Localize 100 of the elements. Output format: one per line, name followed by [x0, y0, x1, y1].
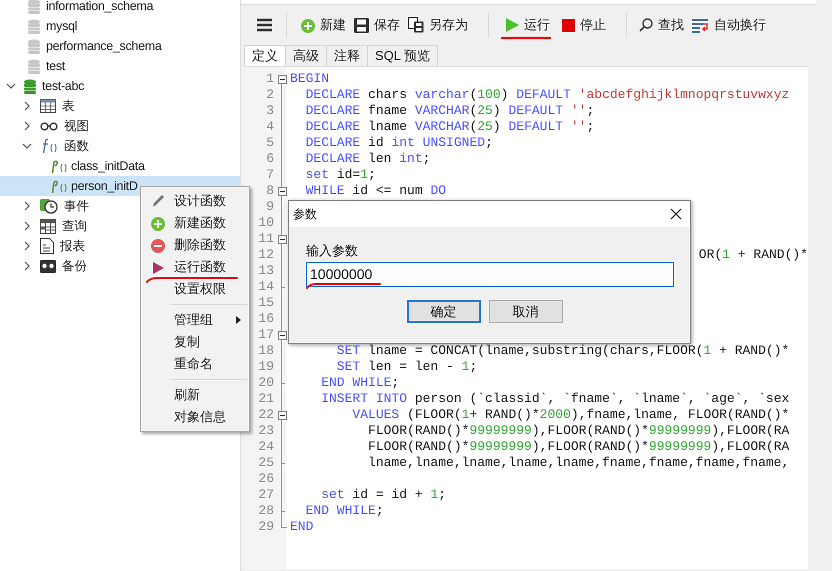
- tree-item[interactable]: information_schema: [0, 0, 240, 16]
- annotation-underline: [501, 36, 551, 40]
- stop-icon: [562, 18, 575, 32]
- menu-item-label: 管理组: [174, 311, 213, 330]
- remove-icon: [150, 237, 166, 253]
- tree-item[interactable]: test: [0, 56, 240, 76]
- line-number: 19: [257, 359, 274, 375]
- code-line: SET lname = CONCAT(lname,substring(chars,FLOOR(1 + RAND()*: [336, 343, 790, 359]
- tree-item-label: person_initD: [71, 178, 138, 195]
- code-line: END: [290, 519, 314, 535]
- tree-item[interactable]: 表: [0, 96, 240, 116]
- code-line: WHILE id <= num DO: [304, 183, 446, 199]
- tab[interactable]: 高级: [286, 45, 327, 66]
- tree-item-label: information_schema: [46, 0, 154, 15]
- code-line: INSERT INTO person (`classid`, `fname`, `lname`, `age`, `sex: [320, 391, 790, 407]
- tree-item[interactable]: 视图: [0, 116, 240, 136]
- chevron-down-icon[interactable]: [22, 141, 32, 151]
- save-as-icon: [408, 17, 424, 33]
- menu-item[interactable]: 新建函数: [141, 212, 249, 234]
- line-number: 21: [257, 391, 274, 407]
- search-icon: [639, 18, 653, 32]
- tree-item[interactable]: 函数: [0, 136, 240, 156]
- tree-item[interactable]: performance_schema: [0, 36, 240, 56]
- menu-item-label: 刷新: [174, 386, 200, 404]
- save-icon: [354, 18, 369, 32]
- close-button[interactable]: [670, 208, 682, 220]
- word-wrap-icon: [692, 18, 709, 32]
- code-line: END WHILE;: [320, 375, 400, 391]
- toolbar-button[interactable]: 新建: [299, 15, 346, 35]
- tab[interactable]: 定义: [244, 45, 286, 66]
- dialog-button[interactable]: 确定: [406, 300, 480, 323]
- menu-item-label: 运行函数: [174, 258, 226, 276]
- database-icon: [28, 38, 40, 54]
- line-number: 25: [257, 455, 274, 471]
- report-icon: [40, 238, 54, 254]
- menu-item[interactable]: 运行函数: [141, 256, 249, 278]
- toolbar-button[interactable]: 保存: [354, 15, 400, 35]
- tree-item[interactable]: class_initData: [0, 156, 240, 176]
- code-line: DECLARE fname VARCHAR(25) DEFAULT '';: [304, 103, 594, 119]
- add-icon: [150, 215, 166, 231]
- table-icon: [40, 99, 56, 113]
- line-number: 23: [257, 423, 274, 439]
- submenu-arrow-icon: [236, 316, 241, 324]
- line-number: 6: [265, 151, 274, 167]
- line-number: 29: [257, 519, 274, 535]
- tree-item-label: 报表: [60, 238, 86, 255]
- function-icon: [40, 138, 58, 154]
- fold-toggle-icon[interactable]: [278, 411, 286, 420]
- code-line: FLOOR(RAND()*99999999),FLOOR(RAND()*99999999),FLOOR(RA: [367, 439, 790, 455]
- line-number: 3: [265, 103, 274, 119]
- parameter-input[interactable]: 10000000: [306, 262, 674, 287]
- event-clock-icon: [40, 198, 58, 214]
- tab[interactable]: SQL 预览: [368, 45, 438, 66]
- menu-item[interactable]: 删除函数: [141, 234, 249, 256]
- toolbar-button[interactable]: 运行: [505, 15, 550, 35]
- line-number: 8: [265, 183, 274, 199]
- line-number: 16: [257, 311, 274, 327]
- menu-item-label: 删除函数: [174, 236, 226, 254]
- menu-item-label: 复制: [174, 333, 200, 352]
- dialog-button[interactable]: 取消: [488, 300, 562, 323]
- line-number: 4: [265, 119, 274, 135]
- menu-item[interactable]: 对象信息: [141, 406, 249, 428]
- tree-item-label: 事件: [64, 198, 90, 215]
- toolbar-button[interactable]: 另存为: [408, 15, 468, 35]
- line-number: 27: [257, 487, 274, 503]
- tab[interactable]: 注释: [327, 45, 368, 66]
- toolbar-button[interactable]: 停止: [562, 15, 606, 35]
- code-line: set id=1;: [304, 167, 376, 183]
- line-number: 2: [265, 87, 274, 103]
- menu-item[interactable]: 刷新: [141, 384, 249, 406]
- line-number: 26: [257, 471, 274, 487]
- tree-item-label: 备份: [62, 258, 88, 275]
- fold-toggle-icon[interactable]: [278, 187, 286, 196]
- database-icon: [28, 18, 40, 34]
- toolbar-button[interactable]: 自动换行: [692, 15, 766, 35]
- chevron-down-icon[interactable]: [6, 81, 16, 91]
- fold-toggle-icon[interactable]: [278, 75, 286, 84]
- code-line: END WHILE;: [304, 503, 384, 519]
- menu-button[interactable]: [255, 18, 274, 32]
- tree-item-label: 函数: [64, 138, 90, 155]
- menu-item[interactable]: 重命名: [141, 353, 249, 375]
- code-line: BEGIN: [290, 71, 330, 87]
- tree-item[interactable]: test-abc: [0, 76, 240, 96]
- menu-item[interactable]: 设置权限: [141, 278, 249, 300]
- menu-item[interactable]: 管理组: [141, 309, 249, 331]
- line-number: 10: [257, 215, 274, 231]
- menu-item[interactable]: 复制: [141, 331, 249, 353]
- fold-toggle-icon[interactable]: [278, 331, 286, 340]
- procedure-icon: [50, 178, 68, 194]
- fold-toggle-icon[interactable]: [278, 235, 286, 244]
- line-number: 9: [265, 199, 274, 215]
- code-line: DECLARE chars varchar(100) DEFAULT 'abcdefghijklmnopqrstuvwxyz: [304, 87, 790, 103]
- tree-item-label: 查询: [62, 218, 88, 235]
- tree-item[interactable]: mysql: [0, 16, 240, 36]
- line-number: 18: [257, 343, 274, 359]
- line-number: 24: [257, 439, 274, 455]
- tree-item-label: 视图: [64, 118, 90, 135]
- cassette-icon: [40, 260, 56, 272]
- code-line: set id = id + 1;: [320, 487, 446, 503]
- toolbar-button[interactable]: 查找: [639, 15, 684, 35]
